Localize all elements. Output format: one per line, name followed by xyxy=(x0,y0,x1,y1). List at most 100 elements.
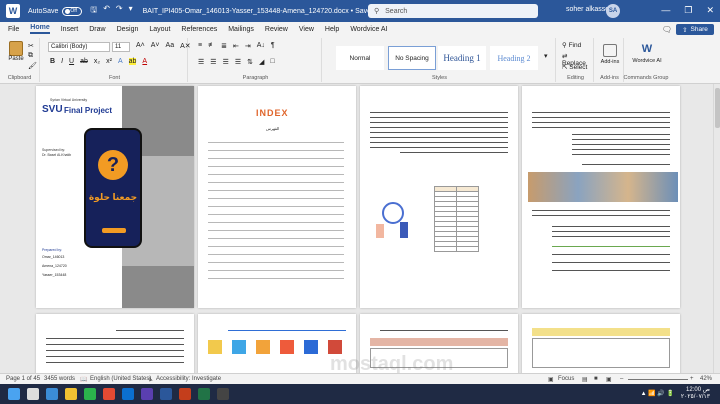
powerpoint-icon[interactable] xyxy=(179,388,191,400)
document-canvas[interactable]: ? جمعنا حلوة Syrian Virtual University S… xyxy=(0,84,720,373)
tab-wordvice-ai[interactable]: Wordvice AI xyxy=(350,26,387,33)
highlight-icon[interactable]: ab xyxy=(128,58,137,65)
numbering-icon[interactable]: ≢ xyxy=(208,42,215,50)
wordvice-button[interactable]: W Wordvice AI xyxy=(632,42,662,64)
multilevel-list-icon[interactable]: ≣ xyxy=(221,42,227,50)
tab-mailings[interactable]: Mailings xyxy=(228,26,254,33)
scrollbar-thumb[interactable] xyxy=(715,88,720,128)
change-case-icon[interactable]: Aa xyxy=(166,42,175,50)
language-status[interactable]: English (United States) xyxy=(90,376,151,382)
page-index[interactable]: INDEX الفهرس xyxy=(198,86,356,308)
accessibility-status[interactable]: Accessibility: Investigate xyxy=(156,376,221,382)
grow-font-icon[interactable]: A˄ xyxy=(136,42,145,50)
page-cover[interactable]: ? جمعنا حلوة Syrian Virtual University S… xyxy=(36,86,194,308)
user-avatar[interactable]: SA xyxy=(606,4,620,18)
tab-draw[interactable]: Draw xyxy=(89,26,105,33)
vertical-scrollbar[interactable] xyxy=(713,84,720,373)
strikethrough-icon[interactable]: ab xyxy=(80,58,88,65)
format-painter-icon[interactable]: 🖌 xyxy=(28,62,37,70)
page-objectives[interactable] xyxy=(522,86,680,308)
save-icon[interactable]: 🖫 xyxy=(90,4,97,18)
copy-icon[interactable]: ⧉ xyxy=(28,52,33,60)
underline-icon[interactable]: U xyxy=(69,58,74,65)
tab-review[interactable]: Review xyxy=(265,26,288,33)
teams-icon[interactable] xyxy=(141,388,153,400)
tab-design[interactable]: Design xyxy=(117,26,139,33)
task-view-icon[interactable] xyxy=(46,388,58,400)
word-count[interactable]: 3455 words xyxy=(44,376,75,382)
tab-home[interactable]: Home xyxy=(30,24,50,34)
system-tray-icons[interactable]: ▲ 📶 🔊 🔋 xyxy=(641,390,674,397)
excel-icon[interactable] xyxy=(198,388,210,400)
shrink-font-icon[interactable]: A˅ xyxy=(151,42,160,50)
word-taskbar-icon[interactable] xyxy=(160,388,172,400)
borders-icon[interactable]: □ xyxy=(270,58,274,66)
align-right-icon[interactable]: ☰ xyxy=(223,58,229,66)
whatsapp-icon[interactable] xyxy=(84,388,96,400)
style-normal[interactable]: Normal xyxy=(336,46,384,70)
search-box[interactable]: ⚲ Search xyxy=(368,4,538,18)
minimize-icon[interactable]: — xyxy=(661,5,670,16)
show-marks-icon[interactable]: ¶ xyxy=(271,42,275,50)
page-count[interactable]: Page 1 of 45 xyxy=(6,376,40,382)
text-effects-icon[interactable]: A xyxy=(118,58,123,65)
close-icon[interactable]: ✕ xyxy=(706,5,714,16)
document-title[interactable]: BAIT_IPI405-Omar_146013-Yasser_153448-Am… xyxy=(143,8,375,15)
file-explorer-icon[interactable] xyxy=(65,388,77,400)
addins-button[interactable]: Add-ins xyxy=(598,44,622,65)
style-heading-1[interactable]: Heading 1 xyxy=(438,46,486,70)
web-layout-icon[interactable]: ▣ xyxy=(606,376,612,383)
bold-icon[interactable]: B xyxy=(50,58,55,65)
paste-button[interactable]: Paste xyxy=(6,41,26,65)
clock[interactable]: 12:00 ص ٢٠٢٥/٠٧/١٣ xyxy=(681,387,710,401)
read-mode-icon[interactable]: ▤ xyxy=(582,376,588,383)
styles-more-icon[interactable]: ▾ xyxy=(544,52,548,60)
decrease-indent-icon[interactable]: ⇤ xyxy=(233,42,239,50)
sort-icon[interactable]: A↓ xyxy=(257,42,265,50)
start-icon[interactable] xyxy=(8,388,20,400)
settings-icon[interactable] xyxy=(217,388,229,400)
page-8[interactable] xyxy=(522,314,680,373)
style-no-spacing[interactable]: No Spacing xyxy=(388,46,436,70)
proofing-icon[interactable]: 📖 xyxy=(80,376,87,383)
line-spacing-icon[interactable]: ⇅ xyxy=(247,58,253,66)
tab-file[interactable]: File xyxy=(8,26,19,33)
zoom-slider[interactable] xyxy=(628,379,688,380)
shading-icon[interactable]: ◢ xyxy=(259,58,264,66)
chrome-icon[interactable] xyxy=(103,388,115,400)
cut-icon[interactable]: ✂ xyxy=(28,42,34,50)
zoom-in-icon[interactable]: + xyxy=(690,376,694,382)
tab-help[interactable]: Help xyxy=(325,26,339,33)
print-layout-icon[interactable]: ■ xyxy=(594,376,598,382)
zoom-level[interactable]: 42% xyxy=(700,376,712,382)
focus-button[interactable]: Focus xyxy=(558,376,574,382)
page-intro[interactable] xyxy=(360,86,518,308)
undo-icon[interactable]: ↶ xyxy=(103,4,110,18)
align-left-icon[interactable]: ☰ xyxy=(198,58,204,66)
comments-icon[interactable]: 🗨 xyxy=(662,25,672,34)
superscript-icon[interactable]: x² xyxy=(106,58,112,65)
style-heading-2[interactable]: Heading 2 xyxy=(490,46,538,70)
select-button[interactable]: ⇱ Select xyxy=(562,63,587,71)
redo-icon[interactable]: ↷ xyxy=(116,4,123,18)
share-button[interactable]: ⇧ Share xyxy=(676,24,714,35)
font-color-icon[interactable]: A xyxy=(142,58,147,65)
tab-references[interactable]: References xyxy=(181,26,217,33)
subscript-icon[interactable]: x₂ xyxy=(94,58,100,65)
italic-icon[interactable]: I xyxy=(61,58,63,65)
find-button[interactable]: ⚲ Find xyxy=(562,41,581,49)
zoom-out-icon[interactable]: – xyxy=(620,376,623,382)
align-center-icon[interactable]: ☰ xyxy=(210,58,216,66)
bullets-icon[interactable]: ≡ xyxy=(198,42,202,50)
edge-icon[interactable] xyxy=(122,388,134,400)
autosave-toggle[interactable]: Off xyxy=(62,6,83,16)
tab-layout[interactable]: Layout xyxy=(149,26,170,33)
font-name-dropdown[interactable]: Calibri (Body) xyxy=(48,42,110,52)
tab-view[interactable]: View xyxy=(299,26,314,33)
page-5[interactable] xyxy=(36,314,194,373)
increase-indent-icon[interactable]: ⇥ xyxy=(245,42,251,50)
search-taskbar-icon[interactable] xyxy=(27,388,39,400)
font-size-dropdown[interactable]: 11 xyxy=(112,42,130,52)
restore-icon[interactable]: ❐ xyxy=(684,5,692,16)
tab-insert[interactable]: Insert xyxy=(61,26,79,33)
